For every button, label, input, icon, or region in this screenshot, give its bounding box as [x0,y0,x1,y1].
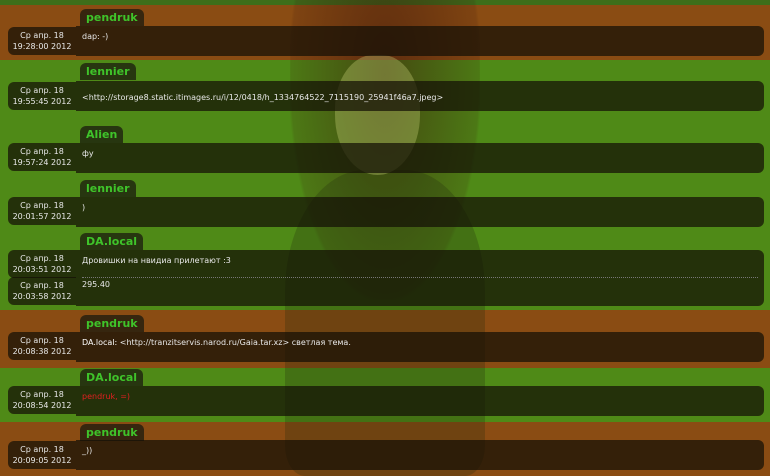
timestamp-time: 19:57:24 2012 [12,158,72,167]
message-body: dap: -) [82,32,109,41]
message-link[interactable]: <http://storage8.static.itimages.ru/i/12… [82,93,443,102]
timestamp: Ср апр. 18 20:08:38 2012 [8,332,76,360]
sender-nick[interactable]: pendruk [80,424,144,441]
timestamp: Ср апр. 18 20:01:57 2012 [8,197,76,225]
timestamp-date: Ср апр. 18 [20,31,64,40]
message-text: <http://storage8.static.itimages.ru/i/12… [76,81,764,111]
timestamp-date: Ср апр. 18 [20,254,64,263]
chat-log: pendruk Ср апр. 18 19:28:00 2012 dap: -)… [0,0,770,476]
timestamp-date: Ср апр. 18 [20,445,64,454]
timestamp-date: Ср апр. 18 [20,281,64,290]
message-text: ) [76,197,764,227]
timestamp-date: Ср апр. 18 [20,336,64,345]
message-body: фу [82,149,94,158]
message-body: Дровишки на нвидиа прилетают :3 [82,256,231,265]
timestamp: Ср апр. 18 20:03:58 2012 [8,277,76,305]
message-text: фу [76,143,764,173]
message-body: ) [82,203,86,212]
timestamp: Ср апр. 18 19:57:24 2012 [8,143,76,171]
message-text: _)) [76,440,764,470]
timestamp-date: Ср апр. 18 [20,86,64,95]
message-text: DA.local: <http://tranzitservis.narod.ru… [76,332,764,362]
message-body: 295.40 [82,280,110,289]
message-text: dap: -) [76,26,764,56]
timestamp-time: 19:28:00 2012 [12,42,72,51]
message-text: pendruk, =) [76,386,764,416]
timestamp-time: 20:09:05 2012 [12,456,72,465]
timestamp: Ср апр. 18 19:55:45 2012 [8,82,76,110]
timestamp: Ср апр. 18 20:03:51 2012 [8,250,76,278]
message-text: Дровишки на нвидиа прилетают :3 295.40 [76,250,764,306]
timestamp: Ср апр. 18 20:09:05 2012 [8,441,76,469]
timestamp-time: 20:08:54 2012 [12,401,72,410]
message-link[interactable]: <http://tranzitservis.narod.ru/Gaia.tar.… [120,338,351,347]
timestamp: Ср апр. 18 20:08:54 2012 [8,386,76,414]
message-body-highlight: pendruk, =) [82,392,131,401]
sender-nick[interactable]: lennier [80,63,136,80]
message-body: _)) [82,446,93,455]
timestamp: Ср апр. 18 19:28:00 2012 [8,27,76,55]
timestamp-time: 20:03:58 2012 [12,292,72,301]
timestamp-date: Ср апр. 18 [20,147,64,156]
sender-nick[interactable]: pendruk [80,9,144,26]
sender-nick[interactable]: DA.local [80,233,144,250]
timestamp-date: Ср апр. 18 [20,201,64,210]
sender-nick[interactable]: lennier [80,180,136,197]
timestamp-time: 20:08:38 2012 [12,347,72,356]
addressee: DA.local: [82,338,118,347]
timestamp-time: 20:03:51 2012 [12,265,72,274]
timestamp-time: 19:55:45 2012 [12,97,72,106]
sender-nick[interactable]: DA.local [80,369,144,386]
timestamp-date: Ср апр. 18 [20,390,64,399]
message-divider [82,277,758,278]
sender-nick[interactable]: Alien [80,126,124,143]
timestamp-time: 20:01:57 2012 [12,212,72,221]
sender-nick[interactable]: pendruk [80,315,144,332]
